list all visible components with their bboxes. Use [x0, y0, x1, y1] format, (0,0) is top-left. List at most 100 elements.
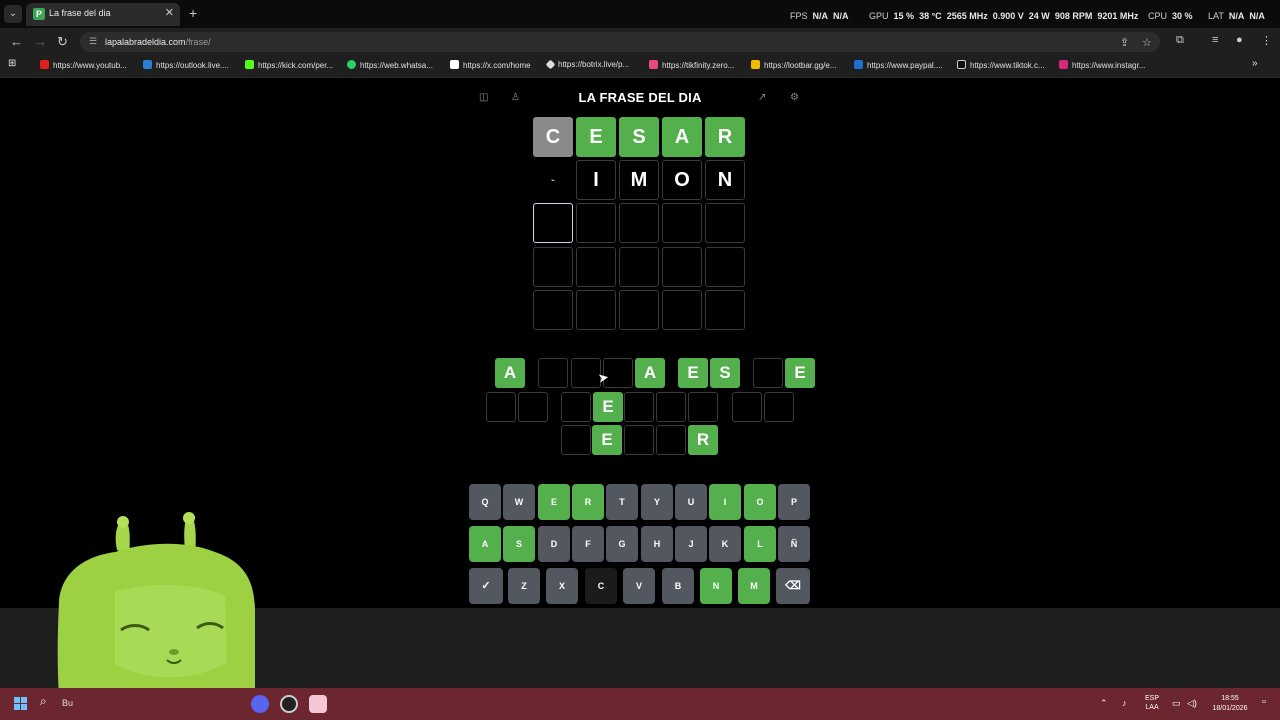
bookmark-whatsapp[interactable]: https://web.whatsa... — [347, 60, 433, 70]
extensions-icon[interactable]: ⧉ — [1176, 34, 1184, 47]
url-path: /frase/ — [185, 37, 211, 47]
key-r[interactable]: R — [572, 484, 604, 520]
bookmark-tiktok[interactable]: https://www.tiktok.c... — [957, 60, 1045, 70]
site-info-icon[interactable]: ☰ — [89, 36, 97, 47]
taskbar-search-icon[interactable]: ⌕ — [40, 694, 64, 714]
key-l[interactable]: L — [744, 526, 776, 562]
key-z[interactable]: Z — [508, 568, 540, 604]
key-w[interactable]: W — [503, 484, 535, 520]
network-icon[interactable]: ▭ — [1172, 698, 1181, 709]
key-a[interactable]: A — [469, 526, 501, 562]
new-tab-button[interactable]: + — [189, 5, 197, 21]
board-tile — [619, 203, 659, 243]
key-f[interactable]: F — [572, 526, 604, 562]
board-tile: M — [619, 160, 659, 200]
key-h[interactable]: H — [641, 526, 673, 562]
app-icon[interactable] — [309, 695, 327, 713]
tab-title: La frase del dia — [49, 8, 111, 18]
phrase-tile — [764, 392, 794, 422]
backspace-key[interactable]: ⌫ — [776, 568, 810, 604]
board-tile — [533, 247, 573, 287]
board-tile — [576, 203, 616, 243]
botrix-icon — [545, 59, 556, 70]
windows-start-icon[interactable] — [14, 697, 28, 711]
key-e[interactable]: E — [538, 484, 570, 520]
back-icon[interactable]: ← — [10, 34, 23, 49]
tab-list-button[interactable]: ⌄ — [4, 5, 22, 23]
key-j[interactable]: J — [675, 526, 707, 562]
address-bar-row: ← → ↻ ☰ lapalabradeldia.com/frase/ ⇪ ☆ ⧉… — [0, 28, 1280, 56]
key-p[interactable]: P — [778, 484, 810, 520]
key-m[interactable]: M — [738, 568, 770, 604]
key-i[interactable]: I — [709, 484, 741, 520]
phrase-tile: E — [593, 392, 623, 422]
key-u[interactable]: U — [675, 484, 707, 520]
menu-icon[interactable]: ⋮ — [1261, 34, 1272, 47]
obs-icon[interactable] — [280, 695, 298, 713]
key-n[interactable]: N — [700, 568, 732, 604]
bookmark-kick[interactable]: https://kick.com/per... — [245, 60, 333, 70]
key-c[interactable]: C — [585, 568, 617, 604]
perf-overlay-fps: FPS N/A N/A — [790, 11, 849, 21]
board-tile — [662, 203, 702, 243]
taskbar-search-text[interactable]: Bu — [62, 698, 73, 708]
tray-expand-icon[interactable]: ⌃ — [1100, 698, 1108, 709]
key-s[interactable]: S — [503, 526, 535, 562]
media-control-icon[interactable]: ≡ — [1212, 34, 1218, 46]
key-k[interactable]: K — [709, 526, 741, 562]
forward-icon[interactable]: → — [34, 34, 47, 49]
apps-grid-icon[interactable]: ⊞ — [8, 58, 16, 69]
language-indicator[interactable]: ESP LAA — [1145, 694, 1159, 712]
board-tile: E — [576, 117, 616, 157]
bookmark-lootbar[interactable]: https://lootbar.gg/e... — [751, 60, 837, 70]
kick-icon — [245, 60, 254, 69]
microphone-icon[interactable]: ♪ — [1122, 698, 1127, 708]
board-tile — [662, 247, 702, 287]
stats-icon[interactable]: ↗ — [758, 92, 766, 103]
board-tile: I — [576, 160, 616, 200]
install-app-icon[interactable]: ⇪ — [1120, 36, 1129, 49]
bookmark-instagram[interactable]: https://www.instagr... — [1059, 60, 1145, 70]
url-field[interactable]: ☰ lapalabradeldia.com/frase/ ⇪ ☆ — [80, 32, 1160, 52]
bookmarks-overflow-icon[interactable]: » — [1252, 58, 1258, 69]
reload-icon[interactable]: ↻ — [57, 34, 68, 50]
browser-tab[interactable]: P La frase del dia ✕ — [26, 3, 180, 26]
phrase-tile — [656, 392, 686, 422]
settings-icon[interactable]: ⚙ — [790, 92, 799, 103]
bookmark-outlook[interactable]: https://outlook.live.... — [143, 60, 229, 70]
key-d[interactable]: D — [538, 526, 570, 562]
phrase-tile — [753, 358, 783, 388]
key-ñ[interactable]: Ñ — [778, 526, 810, 562]
key-g[interactable]: G — [606, 526, 638, 562]
bookmark-star-icon[interactable]: ☆ — [1142, 36, 1152, 49]
bookmark-botrix[interactable]: https://botrix.live/p... — [545, 59, 629, 70]
board-tile — [705, 203, 745, 243]
notifications-icon[interactable]: ▫ — [1262, 696, 1266, 708]
bookmark-paypal[interactable]: https://www.paypal.... — [854, 60, 943, 70]
tab-favicon: P — [33, 8, 45, 20]
phrase-tile: E — [592, 425, 622, 455]
phrase-tile: R — [688, 425, 718, 455]
board-tile[interactable] — [533, 203, 573, 243]
enter-key[interactable]: ✓ — [469, 568, 503, 604]
key-v[interactable]: V — [623, 568, 655, 604]
profile-icon[interactable]: ● — [1236, 34, 1243, 46]
close-tab-icon[interactable]: ✕ — [165, 6, 174, 19]
key-t[interactable]: T — [606, 484, 638, 520]
key-b[interactable]: B — [662, 568, 694, 604]
discord-icon[interactable] — [251, 695, 269, 713]
bookmark-x[interactable]: https://x.com/home — [450, 60, 531, 70]
tiktok-icon — [957, 60, 966, 69]
key-q[interactable]: Q — [469, 484, 501, 520]
key-x[interactable]: X — [546, 568, 578, 604]
phrase-tile: A — [495, 358, 525, 388]
bookmark-youtube[interactable]: https://www.youtub... — [40, 60, 127, 70]
key-o[interactable]: O — [744, 484, 776, 520]
bookmark-tikfinity[interactable]: https://tikfinity.zero... — [649, 60, 734, 70]
phrase-tile: S — [710, 358, 740, 388]
volume-icon[interactable]: ◁) — [1187, 698, 1197, 709]
phrase-tile — [518, 392, 548, 422]
key-y[interactable]: Y — [641, 484, 673, 520]
taskbar-clock[interactable]: 18:55 18/01/2026 — [1207, 694, 1253, 714]
phrase-tile — [538, 358, 568, 388]
